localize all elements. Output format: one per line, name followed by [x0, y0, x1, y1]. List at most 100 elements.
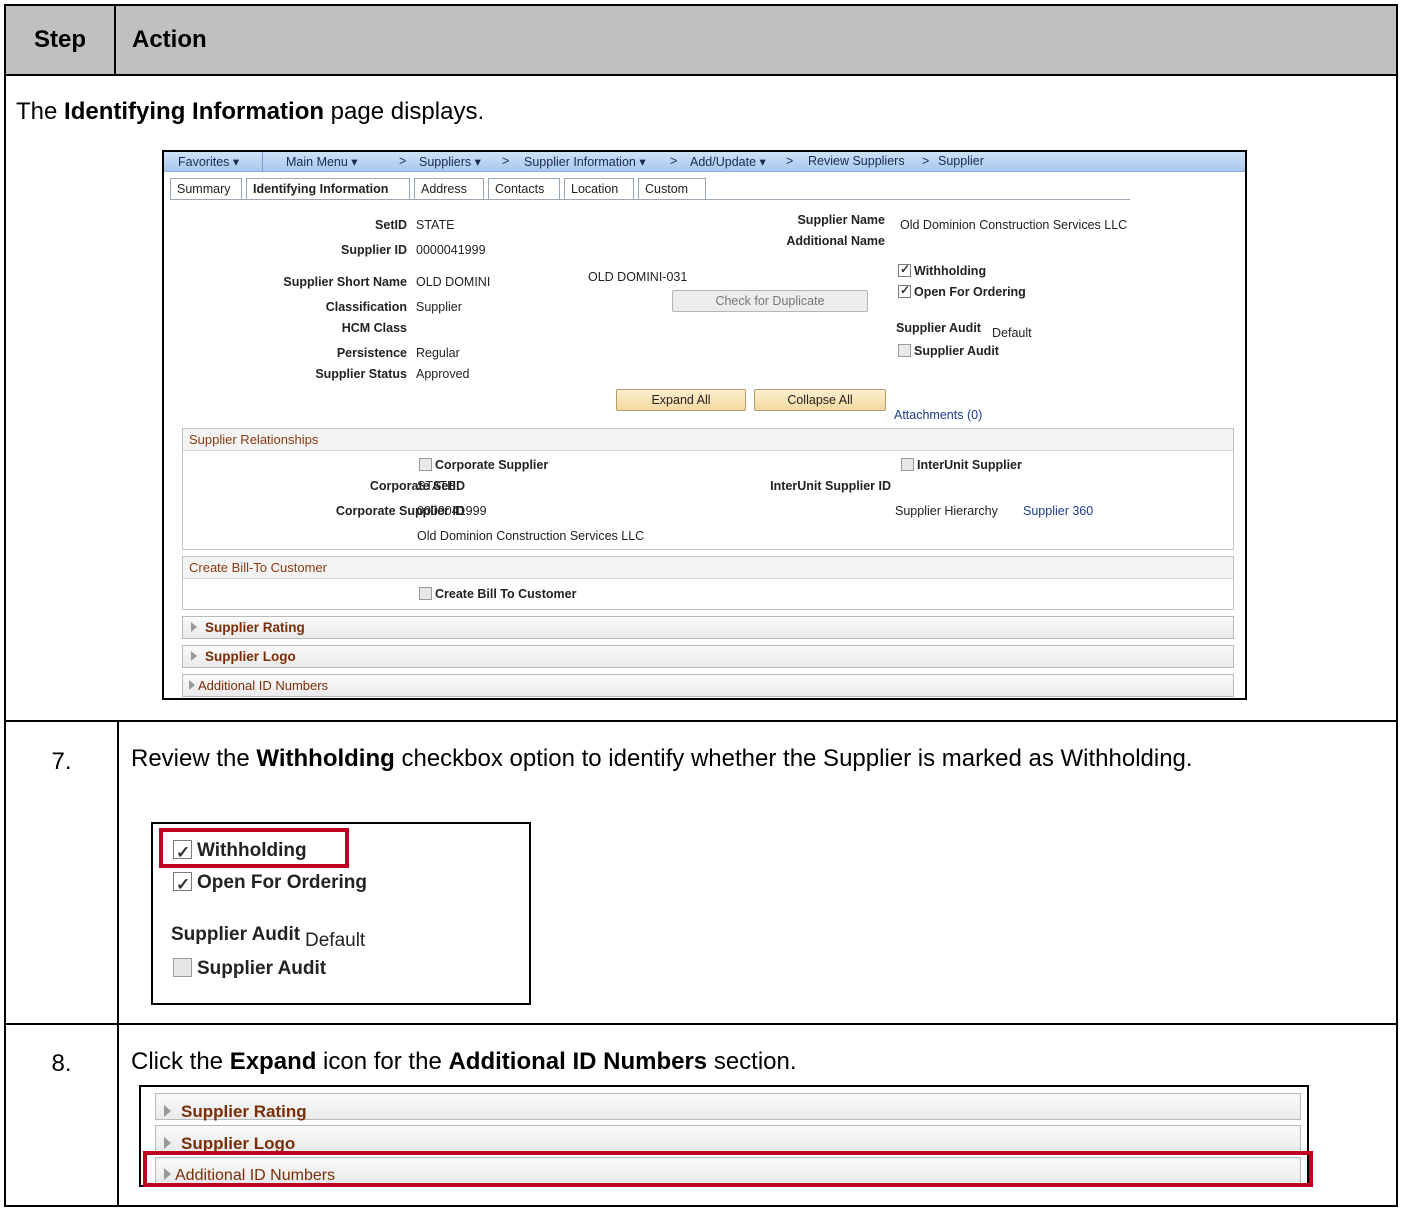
intro-bold: Identifying Information	[64, 98, 325, 125]
nav-suppliers[interactable]: Suppliers ▾	[419, 154, 481, 169]
open-for-ordering-label: Open For Ordering	[914, 285, 1026, 299]
tab-summary[interactable]: Summary	[170, 178, 242, 200]
nav-supplier-information[interactable]: Supplier Information ▾	[524, 154, 646, 169]
corporate-supplier-name: Old Dominion Construction Services LLC	[417, 529, 645, 543]
zoom-supplier-logo-section[interactable]: Supplier Logo	[155, 1125, 1301, 1153]
create-bill-to-customer-section: Create Bill-To Customer Create Bill To C…	[182, 556, 1234, 610]
classification-value: Supplier	[416, 300, 462, 314]
nav-review-suppliers[interactable]: Review Suppliers	[808, 154, 905, 168]
check-duplicate-button[interactable]: Check for Duplicate	[672, 290, 868, 312]
sections-zoom-callout: Supplier Rating Supplier Logo Additional…	[139, 1085, 1313, 1187]
procedure-table: Step Action The Identifying Information …	[4, 4, 1398, 1207]
withholding-highlight-box	[159, 828, 349, 868]
open-for-ordering-checkbox[interactable]: Open For Ordering	[898, 283, 1026, 299]
supplier-relationships-section: Supplier Relationships Corporate Supplie…	[182, 428, 1234, 550]
zoom-supplier-audit-label: Supplier Audit	[171, 924, 301, 945]
checkbox-checked-icon	[173, 870, 192, 900]
interunit-supplier-id-label: InterUnit Supplier ID	[770, 479, 891, 493]
supplier-logo-label: Supplier Logo	[205, 649, 296, 664]
nav-separator: >	[670, 154, 678, 168]
navigation-bar: Favorites ▾ Main Menu ▾ > Suppliers ▾ > …	[164, 152, 1245, 172]
checkbox-checked-icon	[898, 262, 911, 277]
withholding-zoom-callout: Withholding Open For Ordering Supplier A…	[151, 822, 531, 1005]
zoom-supplier-audit-checkbox[interactable]: Supplier Audit	[173, 954, 326, 984]
expand-triangle-icon[interactable]	[189, 680, 195, 690]
short-name-label: Supplier Short Name	[283, 275, 407, 289]
tab-identifying-information[interactable]: Identifying Information	[246, 178, 410, 200]
withholding-checkbox[interactable]: Withholding	[898, 262, 987, 278]
zoom-open-for-ordering-label: Open For Ordering	[197, 872, 367, 893]
nav-separator: >	[399, 154, 407, 168]
interunit-supplier-checkbox[interactable]: InterUnit Supplier	[901, 458, 1022, 472]
supplier-id-label: Supplier ID	[341, 243, 407, 257]
tab-location[interactable]: Location	[564, 178, 634, 200]
supplier-status-label: Supplier Status	[315, 367, 407, 381]
supplier-audit-checkbox-label: Supplier Audit	[914, 344, 999, 358]
zoom-supplier-rating-section[interactable]: Supplier Rating	[155, 1093, 1301, 1121]
table-header-row: Step Action	[6, 6, 1396, 76]
collapse-all-button[interactable]: Collapse All	[754, 389, 886, 411]
zoom-open-for-ordering-checkbox[interactable]: Open For Ordering	[173, 868, 367, 900]
short-name-sequence: OLD DOMINI-031	[588, 270, 688, 284]
nav-supplier[interactable]: Supplier	[938, 154, 984, 168]
nav-main-menu[interactable]: Main Menu ▾	[286, 154, 358, 169]
withholding-label: Withholding	[914, 264, 987, 278]
setid-value: STATE	[416, 218, 455, 232]
supplier-hierarchy-label: Supplier Hierarchy	[895, 504, 998, 518]
tab-contacts[interactable]: Contacts	[488, 178, 560, 200]
corporate-setid-value: STATE	[417, 479, 456, 493]
corporate-supplier-label: Corporate Supplier	[435, 458, 549, 472]
zoom-supplier-audit-checkbox-label: Supplier Audit	[197, 958, 327, 979]
persistence-label: Persistence	[336, 346, 407, 360]
intro-row: The Identifying Information page display…	[6, 76, 1396, 722]
expand-triangle-icon[interactable]	[164, 1137, 171, 1149]
additional-id-numbers-section[interactable]: Additional ID Numbers	[182, 674, 1234, 697]
supplier-rating-section[interactable]: Supplier Rating	[182, 616, 1234, 639]
instruction-text: Click the	[131, 1048, 230, 1075]
expand-triangle-icon[interactable]	[164, 1105, 171, 1117]
instruction-text: checkbox option to identify whether the …	[394, 745, 1193, 772]
tab-underline	[170, 199, 1130, 200]
nav-favorites[interactable]: Favorites ▾	[178, 154, 239, 169]
tab-address[interactable]: Address	[414, 178, 484, 200]
supplier-name-label: Supplier Name	[797, 213, 885, 227]
expand-all-button[interactable]: Expand All	[616, 389, 746, 411]
create-bill-to-customer-title: Create Bill-To Customer	[183, 557, 1233, 579]
nav-add-update[interactable]: Add/Update ▾	[690, 154, 766, 169]
step-column-header: Step	[6, 6, 116, 74]
supplier-name-value: Old Dominion Construction Services LLC	[900, 218, 1128, 232]
nav-divider	[262, 152, 263, 172]
supplier-audit-label: Supplier Audit	[896, 321, 981, 335]
supplier-360-link[interactable]: Supplier 360	[1023, 504, 1093, 518]
additional-name-label: Additional Name	[786, 234, 885, 248]
supplier-rating-label: Supplier Rating	[205, 620, 305, 635]
expand-triangle-icon[interactable]	[191, 651, 197, 661]
step-number: 7.	[6, 722, 119, 1023]
corporate-supplier-checkbox[interactable]: Corporate Supplier	[419, 458, 548, 472]
create-bill-to-customer-checkbox[interactable]: Create Bill To Customer	[419, 587, 576, 601]
interunit-supplier-label: InterUnit Supplier	[917, 458, 1022, 472]
checkbox-unchecked-icon	[419, 458, 432, 471]
additional-id-numbers-label: Additional ID Numbers	[198, 678, 329, 693]
supplier-logo-section[interactable]: Supplier Logo	[182, 645, 1234, 668]
tab-custom[interactable]: Custom	[638, 178, 706, 200]
nav-separator: >	[502, 154, 510, 168]
short-name-value: OLD DOMINI	[416, 275, 491, 289]
step-number: 8.	[6, 1025, 119, 1205]
intro-suffix: page displays.	[324, 98, 485, 125]
instruction-bold: Withholding	[256, 745, 395, 772]
classification-label: Classification	[325, 300, 407, 314]
supplier-audit-checkbox[interactable]: Supplier Audit	[898, 344, 999, 358]
checkbox-unchecked-icon	[173, 958, 192, 977]
setid-label: SetID	[375, 218, 407, 232]
corporate-supplier-id-value: 0000041999	[417, 504, 487, 518]
step-7-row: 7. Review the Withholding checkbox optio…	[6, 722, 1396, 1025]
attachments-link[interactable]: Attachments (0)	[894, 408, 982, 422]
expand-triangle-icon[interactable]	[191, 622, 197, 632]
instruction-text: icon for the	[316, 1048, 449, 1075]
instruction-text: section.	[707, 1048, 797, 1075]
instruction-bold: Additional ID Numbers	[448, 1048, 708, 1075]
additional-id-numbers-highlight-box	[143, 1151, 1313, 1187]
checkbox-unchecked-icon	[419, 587, 432, 600]
step-8-instruction: Click the Expand icon for the Additional…	[131, 1047, 1311, 1077]
